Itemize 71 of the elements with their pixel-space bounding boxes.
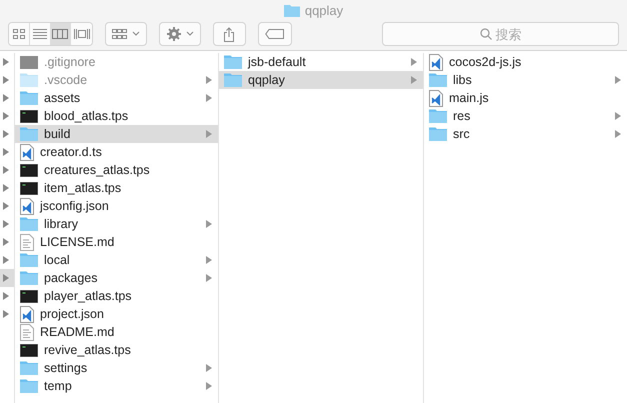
folder-item[interactable]: assets	[15, 89, 218, 107]
folder-item[interactable]: build	[15, 125, 218, 143]
file-name: .gitignore	[44, 55, 96, 69]
caret-icon	[132, 31, 140, 37]
folder-item[interactable]: library	[15, 215, 218, 233]
file-name: src	[453, 127, 471, 141]
search-icon	[480, 28, 492, 40]
columns-icon	[51, 28, 70, 40]
tag-button[interactable]	[258, 22, 292, 46]
file-name: build	[44, 127, 72, 141]
share-button[interactable]	[212, 22, 246, 46]
file-item[interactable]: blood_atlas.tps	[15, 107, 218, 125]
file-name: player_atlas.tps	[44, 289, 133, 303]
folder-item[interactable]: src	[424, 125, 627, 143]
file-name: temp	[44, 379, 73, 393]
grid-icon	[12, 28, 26, 40]
file-item[interactable]: main.js	[424, 89, 627, 107]
file-item[interactable]: cocos2d-js.js	[424, 53, 627, 71]
file-name: item_atlas.tps	[44, 181, 122, 195]
file-name: cocos2d-js.js	[449, 55, 522, 69]
file-name: local	[44, 253, 71, 267]
folder-item[interactable]: settings	[15, 359, 218, 377]
folder-item[interactable]: local	[15, 251, 218, 269]
file-name: creator.d.ts	[40, 145, 103, 159]
folder-item[interactable]: jsb-default	[219, 53, 423, 71]
caret-icon	[186, 31, 194, 37]
file-name: jsconfig.json	[40, 199, 110, 213]
folder-item[interactable]: packages	[15, 269, 218, 287]
file-item[interactable]: item_atlas.tps	[15, 179, 218, 197]
gear-icon	[166, 26, 182, 42]
icon-view-button[interactable]	[9, 23, 30, 45]
search-field[interactable]: 搜索	[382, 22, 619, 46]
folder-item[interactable]: res	[424, 107, 627, 125]
folder-item[interactable]: temp	[15, 377, 218, 395]
window-title: qqplay	[304, 2, 344, 18]
file-name: qqplay	[248, 73, 286, 87]
file-item[interactable]: player_atlas.tps	[15, 287, 218, 305]
folder-icon	[284, 4, 300, 16]
file-item[interactable]: LICENSE.md	[15, 233, 218, 251]
action-button[interactable]	[158, 22, 201, 46]
file-item[interactable]: creatures_atlas.tps	[15, 161, 218, 179]
file-name: settings	[44, 361, 88, 375]
file-name: jsb-default	[248, 55, 307, 69]
file-name: creatures_atlas.tps	[44, 163, 151, 177]
file-name: library	[44, 217, 80, 231]
file-name: project.json	[40, 307, 105, 321]
file-name: main.js	[449, 91, 490, 105]
file-name: res	[453, 109, 472, 123]
list-icon	[32, 28, 48, 40]
tag-icon	[265, 29, 285, 39]
file-item[interactable]: jsconfig.json	[15, 197, 218, 215]
arrange-button[interactable]	[104, 22, 147, 46]
column-view-button[interactable]	[50, 23, 72, 45]
share-icon	[223, 26, 236, 42]
file-name: packages	[44, 271, 99, 285]
folder-item[interactable]: libs	[424, 71, 627, 89]
file-item[interactable]: README.md	[15, 323, 218, 341]
file-item[interactable]: revive_atlas.tps	[15, 341, 218, 359]
file-name: libs	[453, 73, 473, 87]
grid-icon	[112, 28, 128, 40]
gallery-view-button[interactable]	[71, 23, 92, 45]
folder-item[interactable]: qqplay	[219, 71, 423, 89]
file-item[interactable]: creator.d.ts	[15, 143, 218, 161]
file-name: blood_atlas.tps	[44, 109, 130, 123]
file-name: README.md	[40, 325, 116, 339]
gallery-icon	[72, 28, 91, 40]
file-name: .vscode	[44, 73, 88, 87]
file-item[interactable]: project.json	[15, 305, 218, 323]
file-name: assets	[44, 91, 82, 105]
file-name: revive_atlas.tps	[44, 343, 132, 357]
file-name: LICENSE.md	[40, 235, 116, 249]
